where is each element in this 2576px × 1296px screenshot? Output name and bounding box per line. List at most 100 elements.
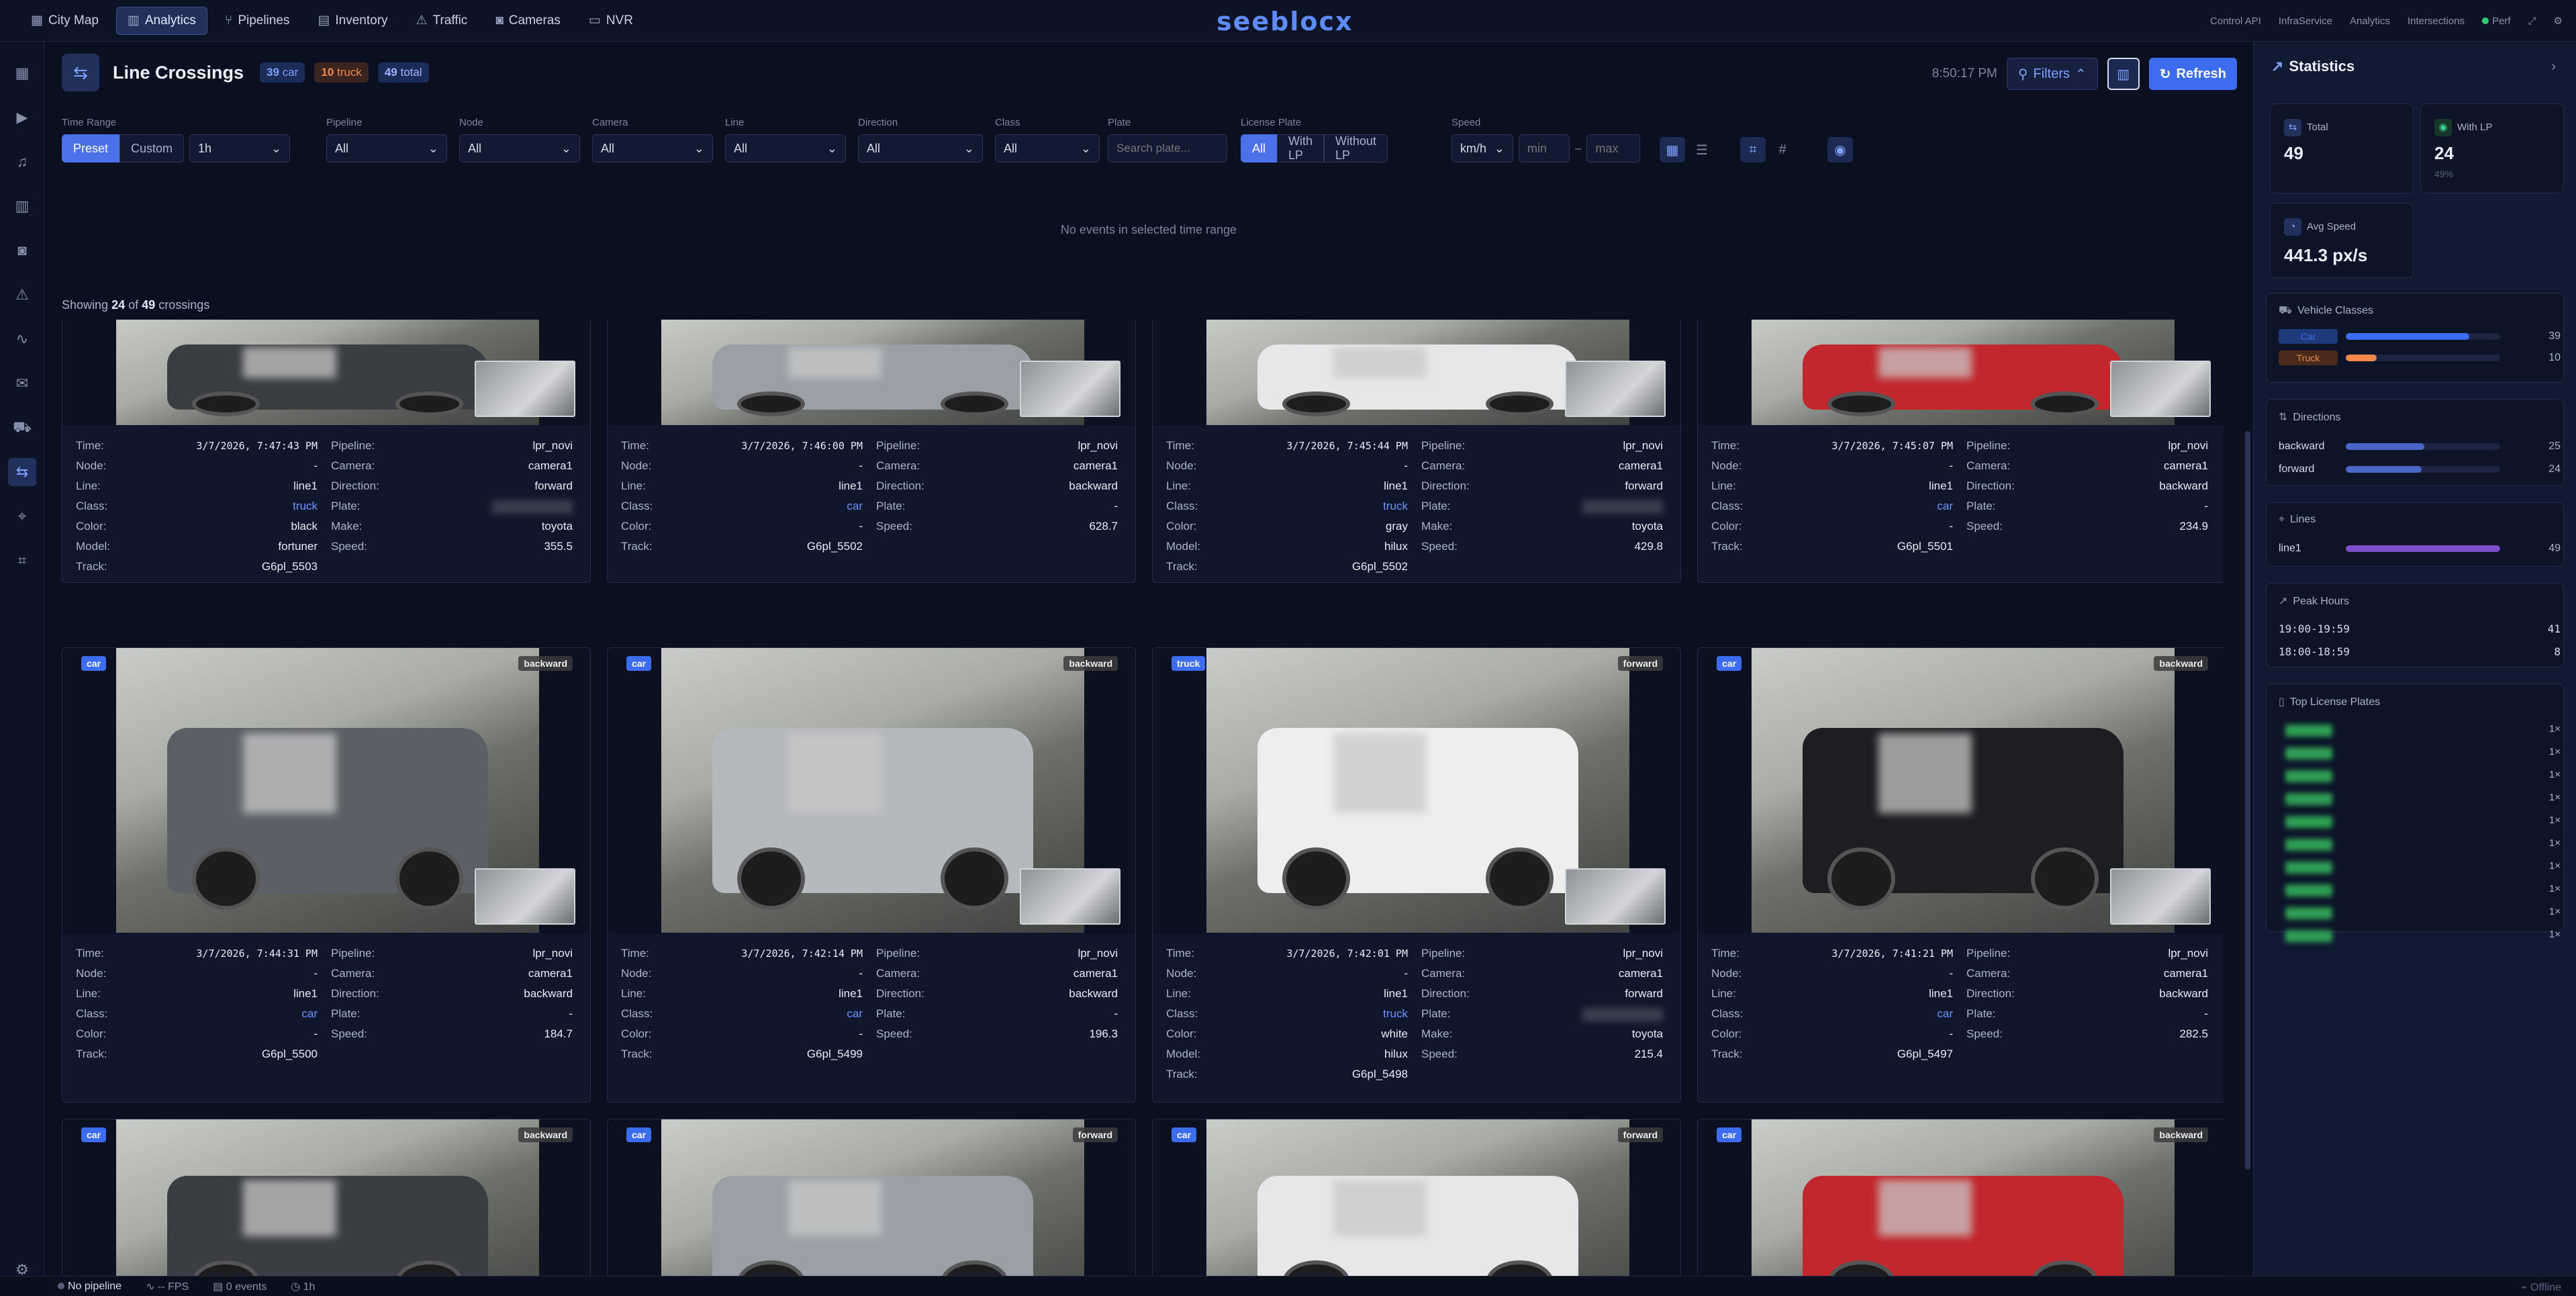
plate-thumbnail[interactable] [2110,361,2211,417]
line-select[interactable]: All ⌄ [725,134,846,163]
camera-list-icon[interactable]: ◙ [8,236,36,265]
crossing-card[interactable]: car backward [1697,1119,2224,1276]
mail-icon[interactable]: ✉ [8,369,36,398]
preset-button[interactable]: Preset [62,134,120,163]
plate-row[interactable]: 1× [2279,836,2561,853]
snapshot-image[interactable]: car forward [608,1119,1135,1276]
plate-row[interactable]: 1× [2279,722,2561,739]
fullscreen-icon[interactable]: ⤢ [2528,15,2536,27]
nav-label: Traffic [432,13,468,28]
dashboard-icon[interactable]: ▦ [8,59,36,87]
lp-with-button[interactable]: With LP [1277,134,1325,163]
detail-direction: forward [1625,987,1663,1000]
snapshot-image[interactable]: car backward [1698,648,2224,933]
snapshot-image[interactable] [608,320,1135,425]
plate-thumbnail[interactable] [1565,868,1666,925]
detail-label: Node: [76,967,107,980]
plate-row[interactable]: 1× [2279,927,2561,945]
crossing-card[interactable]: car backward Time: 3/7/2026, 7:44:31 PM Node… [62,647,591,1103]
speed-unit-select[interactable]: km/h ⌄ [1451,134,1513,163]
plate-thumbnail[interactable] [1565,361,1666,417]
snapshot-image[interactable]: car forward [1153,1119,1680,1276]
snapshot-image[interactable] [1153,320,1680,425]
plate-thumbnail[interactable] [475,868,575,925]
chevron-right-icon[interactable]: › [2551,59,2556,75]
alert-icon[interactable]: ⚠ [8,281,36,309]
snapshot-image[interactable] [62,320,590,425]
plate-thumbnail[interactable] [475,361,575,417]
crossing-card[interactable]: car forward [607,1119,1136,1276]
pipeline-select[interactable]: All ⌄ [326,134,447,163]
plate-thumbnail[interactable] [1020,868,1120,925]
line-crossings-icon[interactable]: ⇆ [62,54,99,91]
crossing-card[interactable]: car forward [1152,1119,1681,1276]
nav-city-map[interactable]: ▦ City Map [20,7,109,35]
scan-icon[interactable]: ⌗ [8,547,36,575]
crossing-card[interactable]: Time: 3/7/2026, 7:45:07 PM Node: - Line: line… [1697,320,2224,583]
snapshot-image[interactable]: truck forward [1153,648,1680,933]
gear-icon[interactable]: ⚙ [2554,15,2563,27]
scrollbar[interactable] [2245,431,2250,1170]
camera-select[interactable]: All ⌄ [592,134,713,163]
plate-thumbnail[interactable] [1020,361,1120,417]
bar-chart-icon[interactable]: ▥ [8,192,36,220]
link-intersections[interactable]: Intersections [2407,15,2465,27]
location-icon[interactable]: ⌖ [8,502,36,530]
class-bar-fill [2346,333,2469,340]
crossing-card[interactable]: Time: 3/7/2026, 7:46:00 PM Node: - Line: line… [607,320,1136,583]
refresh-button[interactable]: ↻ Refresh [2148,58,2237,90]
snapshot-image[interactable]: car backward [62,648,590,933]
bell-icon[interactable]: ♫ [8,148,36,176]
line-crossing-icon[interactable]: ⇆ [8,458,36,486]
snapshot-image[interactable]: car backward [62,1119,590,1276]
perf-indicator[interactable]: Perf [2482,15,2511,27]
lp-all-button[interactable]: All [1241,134,1278,163]
crossing-card[interactable]: truck forward Time: 3/7/2026, 7:42:01 PM Nod… [1152,647,1681,1103]
speed-max-input[interactable] [1586,134,1641,163]
plate-row[interactable]: 1× [2279,790,2561,808]
grid-view-icon[interactable]: ▦ [1660,137,1685,163]
stats-toggle-button[interactable]: ▥ [2107,58,2140,90]
lp-without-button[interactable]: Without LP [1324,134,1388,163]
range-select[interactable]: 1h ⌄ [189,134,291,163]
plate-search-input[interactable] [1108,134,1227,163]
crossing-card[interactable]: car backward Time: 3/7/2026, 7:41:21 PM Node… [1697,647,2224,1103]
crossing-card[interactable]: Time: 3/7/2026, 7:45:44 PM Node: - Line: line… [1152,320,1681,583]
refresh-icon: ↻ [2159,66,2171,82]
snapshot-image[interactable] [1698,320,2224,425]
list-view-icon[interactable]: ☰ [1689,137,1715,163]
snapshot-image[interactable]: car backward [608,648,1135,933]
nav-inventory[interactable]: ▤ Inventory [307,7,398,35]
nav-traffic[interactable]: ⚠ Traffic [406,7,479,35]
plate-row[interactable]: 1× [2279,859,2561,876]
nav-pipelines[interactable]: ⑂ Pipelines [214,7,301,35]
node-select[interactable]: All ⌄ [459,134,580,163]
link-infraservice[interactable]: InfraService [2279,15,2332,27]
custom-button[interactable]: Custom [120,134,185,163]
class-select[interactable]: All ⌄ [995,134,1100,163]
nav-cameras[interactable]: ◙ Cameras [485,7,571,35]
link-analytics[interactable]: Analytics [2350,15,2390,27]
plate-row[interactable]: 1× [2279,882,2561,899]
plate-row[interactable]: 1× [2279,813,2561,831]
plate-row[interactable]: 1× [2279,768,2561,785]
frame-icon[interactable]: # [1770,137,1795,163]
crossing-card[interactable]: Time: 3/7/2026, 7:47:43 PM Node: - Line: line… [62,320,591,583]
nav-analytics[interactable]: ▥ Analytics [115,6,207,35]
car-icon[interactable]: ⛟ [8,414,36,442]
crossing-card[interactable]: car backward Time: 3/7/2026, 7:42:14 PM Node… [607,647,1136,1103]
plate-thumbnail[interactable] [2110,868,2211,925]
nav-nvr[interactable]: ▭ NVR [578,7,644,35]
plate-row[interactable]: 1× [2279,745,2561,762]
speed-min-input[interactable] [1519,134,1570,163]
link-control-api[interactable]: Control API [2210,15,2261,27]
filters-button[interactable]: ⚲ Filters ⌃ [2006,58,2098,90]
crop-icon[interactable]: ⌗ [1740,137,1766,163]
snapshot-image[interactable]: car backward [1698,1119,2224,1276]
direction-select[interactable]: All ⌄ [858,134,983,163]
crossing-card[interactable]: car backward [62,1119,591,1276]
activity-icon[interactable]: ∿ [8,325,36,353]
video-icon[interactable]: ▶ [8,103,36,132]
eye-icon[interactable]: ◉ [1827,137,1853,163]
plate-row[interactable]: 1× [2279,905,2561,922]
